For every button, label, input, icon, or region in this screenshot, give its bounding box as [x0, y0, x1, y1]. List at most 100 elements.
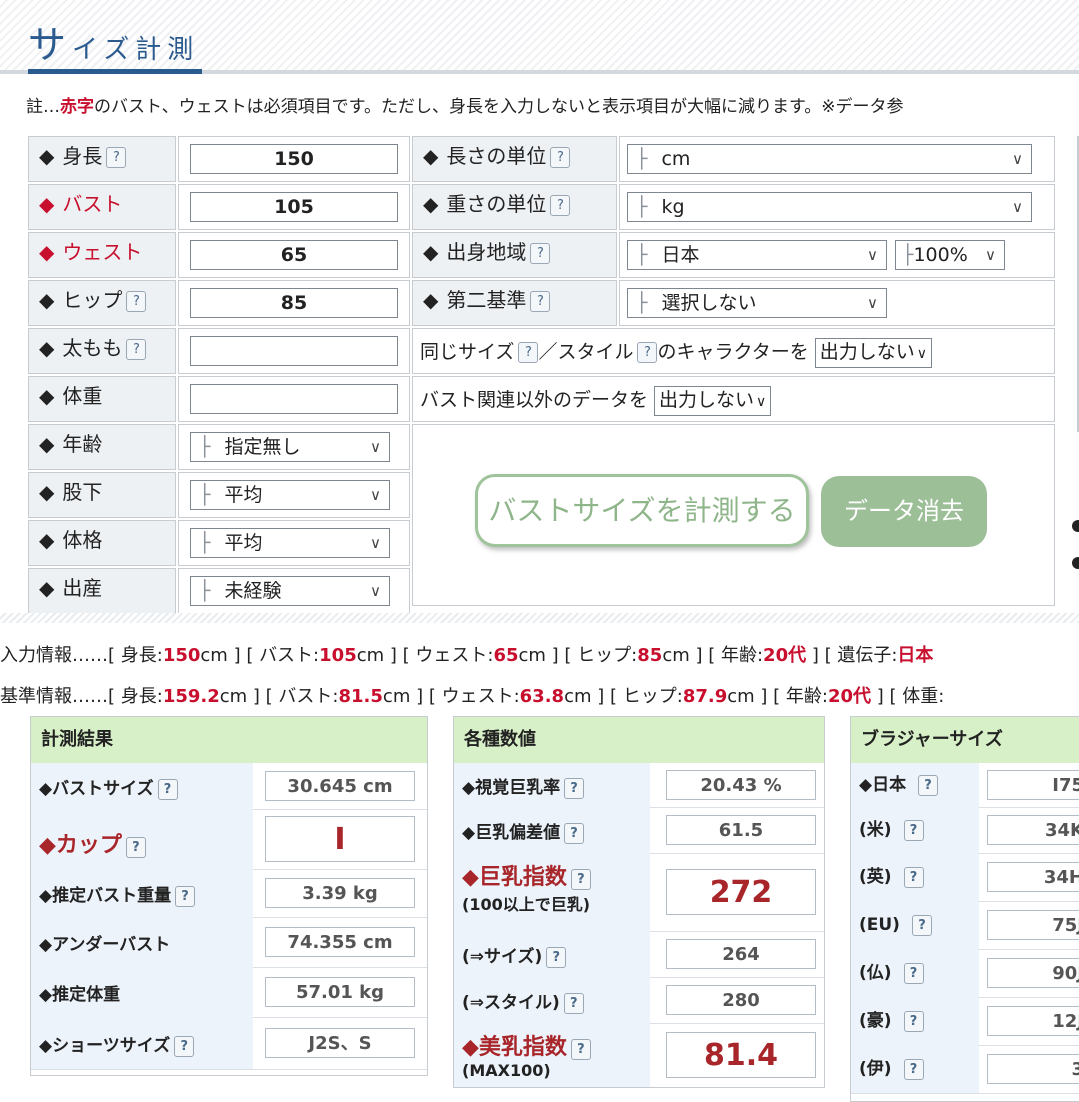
help-icon[interactable]: ?: [911, 914, 932, 936]
info-item: [ バスト:105cm ]: [246, 645, 403, 666]
help-icon[interactable]: ?: [157, 778, 178, 800]
help-icon[interactable]: ?: [903, 866, 924, 888]
help-icon[interactable]: ?: [530, 243, 551, 264]
field-select[interactable]: ├ 指定無し ∨: [190, 432, 390, 462]
base-info: 基準情報……[ 身長:159.2cm ] [ バスト:81.5cm ] [ ウェ…: [0, 682, 944, 708]
help-icon[interactable]: ?: [570, 868, 591, 890]
info-key: ヒップ:: [577, 645, 638, 666]
select-value: 出力しない: [659, 388, 755, 411]
field-label-text: 股下: [62, 480, 103, 504]
help-icon[interactable]: ?: [518, 342, 539, 363]
info-value: 159.2: [162, 686, 220, 707]
help-icon[interactable]: ?: [903, 819, 924, 841]
help-icon[interactable]: ?: [918, 774, 939, 796]
result-value: 264: [666, 939, 816, 969]
setting-select[interactable]: ├ cm ∨: [627, 144, 1032, 174]
setting-select[interactable]: ├ 日本 ∨: [627, 240, 887, 270]
field-label: ◆ 身長?: [28, 136, 176, 182]
help-icon[interactable]: ?: [125, 836, 146, 858]
info-key: ヒップ:: [622, 686, 683, 707]
info-item: [ ウェスト:65cm ]: [402, 645, 565, 666]
help-icon[interactable]: ?: [564, 822, 585, 844]
help-icon[interactable]: ?: [550, 147, 571, 168]
help-icon[interactable]: ?: [903, 1058, 924, 1080]
divider: [0, 613, 1079, 623]
panel-title: ブラジャーサイズ: [851, 717, 1079, 763]
help-icon[interactable]: ?: [175, 885, 196, 907]
setting-select[interactable]: ├ kg ∨: [627, 192, 1032, 222]
help-icon[interactable]: ?: [174, 1035, 195, 1057]
setting-select[interactable]: ├ 選択しない ∨: [627, 288, 887, 318]
select-value: 平均: [224, 484, 263, 506]
result-label-text: (⇒サイズ): [462, 947, 543, 967]
info-unit: cm: [219, 686, 248, 707]
help-icon[interactable]: ?: [903, 1010, 924, 1032]
help-icon[interactable]: ?: [570, 1038, 591, 1060]
bra-value: 12J: [987, 1006, 1079, 1036]
field-select[interactable]: ├ 未経験 ∨: [190, 576, 390, 606]
field-label-text: バスト: [62, 192, 123, 216]
help-icon[interactable]: ?: [903, 962, 924, 984]
info-value: 日本: [897, 645, 934, 666]
non-bust-select[interactable]: 出力しない ∨: [654, 385, 772, 416]
info-prefix: 基準情報……: [0, 686, 108, 707]
info-unit: cm: [564, 686, 592, 707]
field-label: ◆ ウェスト: [28, 232, 176, 278]
field-input[interactable]: 65: [190, 240, 398, 270]
info-item: [ 年齢:20代 ]: [773, 686, 890, 707]
result-label-text: ◆ショーツサイズ: [39, 1036, 171, 1056]
values-panel: 各種数値 ◆視覚巨乳率? 20.43 % ◆巨乳偏差値? 61.5 ◆巨乳指数? (100以…: [453, 716, 825, 1088]
info-unit: cm: [727, 686, 755, 707]
info-prefix: 入力情報……: [0, 645, 108, 666]
help-icon[interactable]: ?: [550, 195, 571, 216]
bra-value: 34K: [987, 815, 1079, 845]
same-size-text: 同じサイズ? ／スタイル? のキャラクターを 出力しない ∨: [420, 337, 932, 368]
bra-label-text: (英): [859, 867, 892, 887]
help-icon[interactable]: ?: [126, 291, 147, 312]
bullet-icon: [1072, 557, 1079, 569]
bullet-icon: ◆: [39, 384, 55, 408]
bullet-icon: ◆: [39, 432, 55, 456]
field-input[interactable]: 150: [190, 144, 398, 174]
help-icon[interactable]: ?: [637, 342, 658, 363]
field-select[interactable]: ├ 平均 ∨: [190, 528, 390, 558]
help-icon[interactable]: ?: [106, 147, 127, 168]
field-label-text: ウェスト: [62, 240, 143, 264]
field-label: ◆ 股下: [28, 472, 176, 518]
tree-icon: ├: [199, 436, 211, 458]
info-item: [ 身長:159.2cm ]: [108, 686, 266, 707]
info-unit: cm: [356, 645, 385, 666]
help-icon[interactable]: ?: [546, 946, 567, 968]
result-value: 61.5: [666, 815, 816, 845]
help-icon[interactable]: ?: [530, 291, 551, 312]
field-label: ◆ バスト: [28, 184, 176, 230]
bullet-icon: ◆: [39, 576, 55, 600]
tree-icon: ├: [199, 580, 211, 602]
help-icon[interactable]: ?: [563, 992, 584, 1014]
same-size-select[interactable]: 出力しない ∨: [814, 337, 932, 368]
input-info: 入力情報……[ 身長:150cm ] [ バスト:105cm ] [ ウェスト:…: [0, 641, 933, 667]
field-input[interactable]: [190, 384, 398, 414]
measure-button[interactable]: バストサイズを計測する: [475, 474, 809, 547]
result-label: ◆アンダーバスト: [31, 917, 253, 967]
setting-label: ◆ 第二基準?: [412, 280, 617, 326]
info-unit: cm: [200, 645, 228, 666]
info-key: バスト:: [259, 645, 320, 666]
field-select[interactable]: ├ 平均 ∨: [190, 480, 390, 510]
result-label: ◆バストサイズ?: [31, 763, 253, 809]
result-value: I: [265, 816, 415, 862]
field-input[interactable]: 105: [190, 192, 398, 222]
result-sub: (100以上で巨乳): [462, 895, 591, 914]
help-icon[interactable]: ?: [564, 777, 585, 799]
ratio-select[interactable]: ├100% ∨: [895, 240, 1005, 270]
row-divider: [851, 1093, 1079, 1094]
row-divider: [454, 1087, 824, 1088]
field-input[interactable]: 85: [190, 288, 398, 318]
field-input[interactable]: [190, 336, 398, 366]
info-key: 体重:: [902, 686, 945, 707]
result-label: ◆巨乳偏差値?: [454, 807, 650, 853]
info-value: 85: [637, 645, 663, 666]
help-icon[interactable]: ?: [126, 339, 147, 360]
chevron-down-icon: ∨: [867, 246, 878, 264]
clear-button[interactable]: データ消去: [821, 476, 987, 547]
